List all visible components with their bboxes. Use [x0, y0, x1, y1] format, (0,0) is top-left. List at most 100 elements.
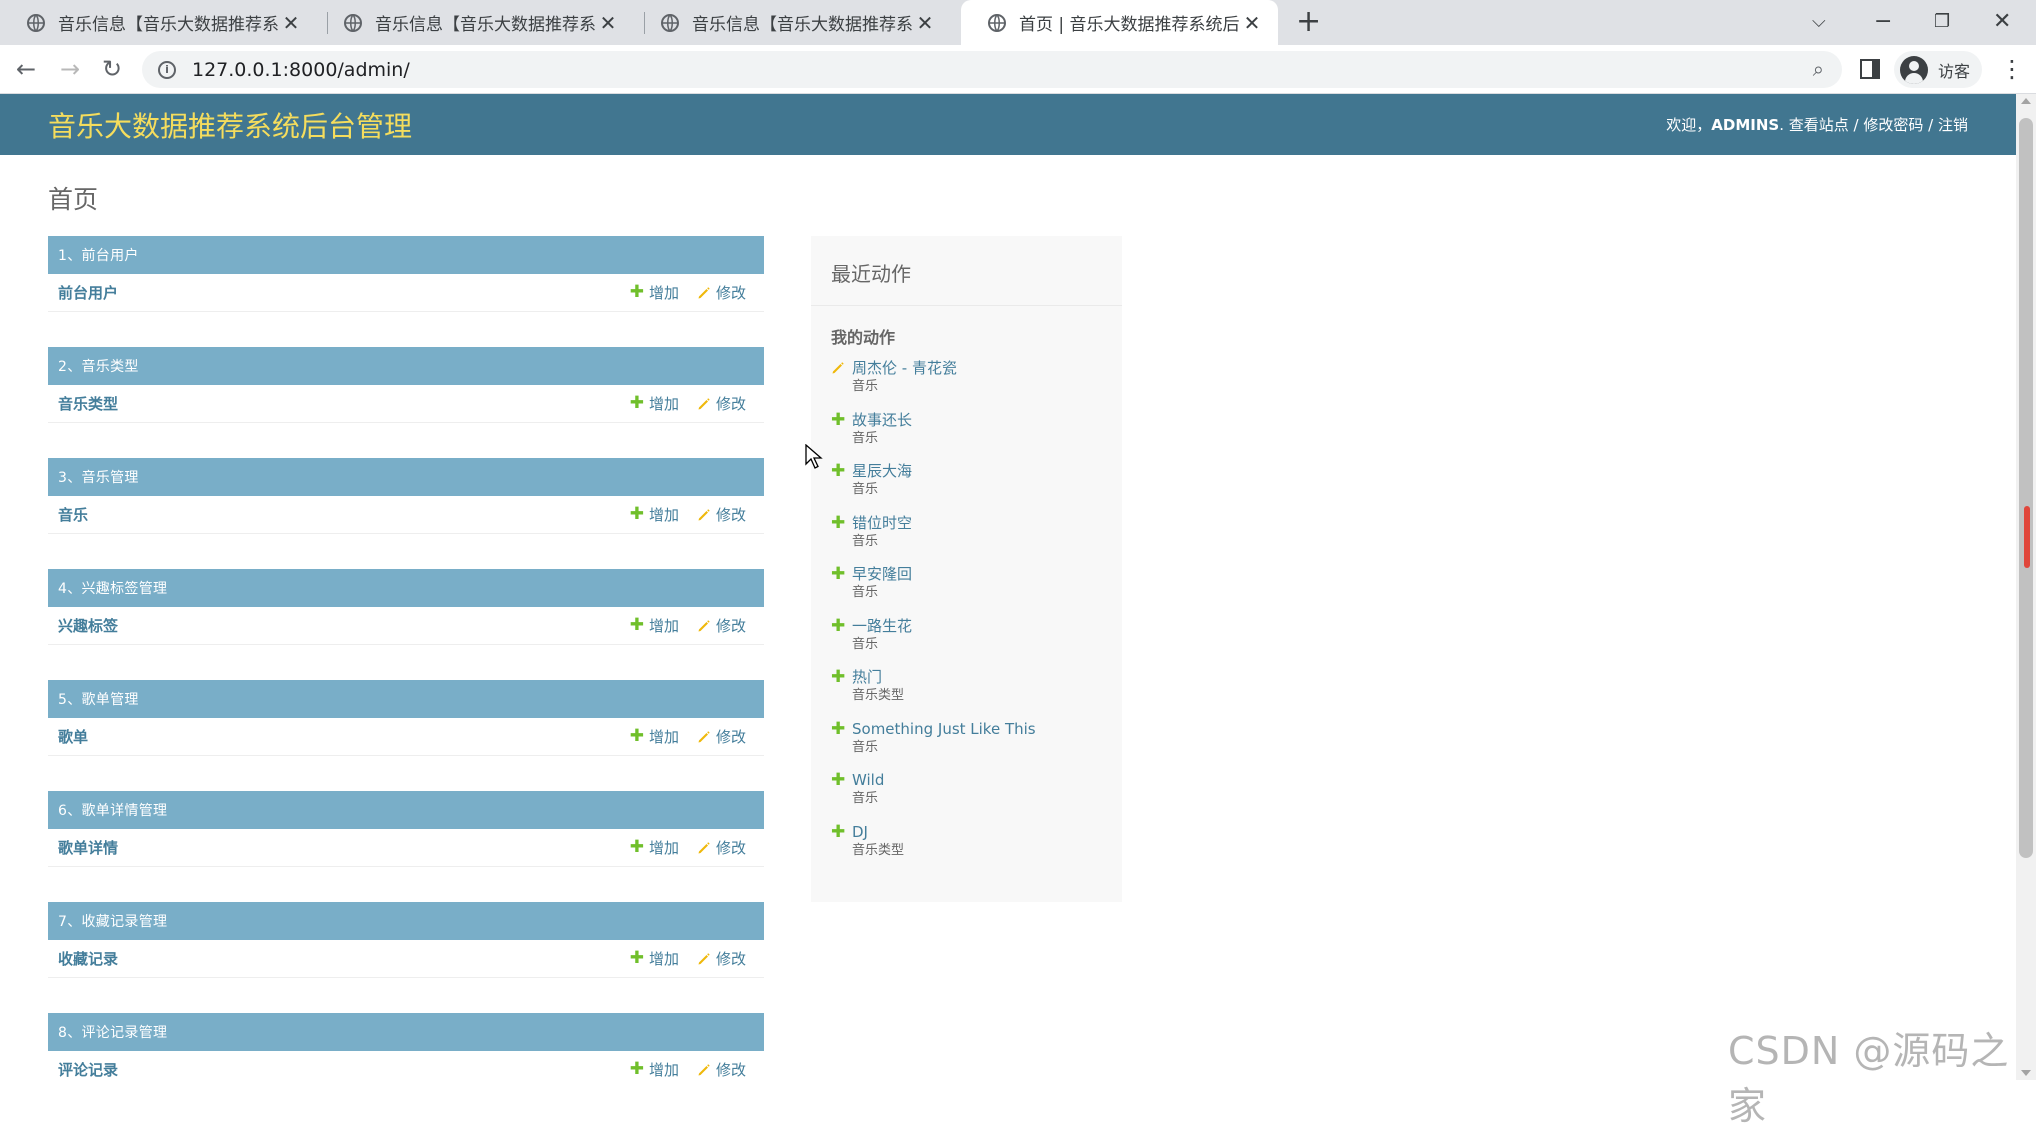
- add-link[interactable]: ✚ 增加: [630, 837, 679, 858]
- site-branding[interactable]: 音乐大数据推荐系统后台管理: [48, 105, 412, 145]
- browser-tab[interactable]: 音乐信息【音乐大数据推荐系统】 ✕: [634, 0, 951, 45]
- module-caption[interactable]: 1、前台用户: [48, 236, 764, 274]
- model-link[interactable]: 前台用户: [58, 282, 630, 303]
- recent-action-link[interactable]: 周杰伦 - 青花瓷: [852, 358, 1102, 378]
- recent-action-link[interactable]: Something Just Like This: [852, 719, 1102, 739]
- browser-toolbar: ← → ↻ i 127.0.0.1:8000/admin/ ⌕ 访客 ⋮: [0, 45, 2036, 94]
- model-link[interactable]: 兴趣标签: [58, 615, 630, 636]
- close-icon[interactable]: ✕: [279, 11, 303, 35]
- address-bar[interactable]: i 127.0.0.1:8000/admin/ ⌕: [142, 51, 1842, 88]
- module-caption[interactable]: 8、评论记录管理: [48, 1013, 764, 1051]
- module-caption[interactable]: 4、兴趣标签管理: [48, 569, 764, 607]
- separator: /: [1848, 116, 1864, 134]
- add-link[interactable]: ✚ 增加: [630, 726, 679, 747]
- more-menu-icon[interactable]: ⋮: [2000, 53, 2024, 85]
- window-close-icon[interactable]: ✕: [1993, 6, 2011, 38]
- recent-action-item: 周杰伦 - 青花瓷 音乐: [831, 358, 1102, 410]
- add-link[interactable]: ✚ 增加: [630, 282, 679, 303]
- model-link[interactable]: 歌单详情: [58, 837, 630, 858]
- recent-action-item: ✚ 故事还长 音乐: [831, 410, 1102, 462]
- pencil-icon: [698, 1063, 710, 1075]
- change-link[interactable]: 修改: [697, 726, 746, 747]
- add-link[interactable]: ✚ 增加: [630, 1059, 679, 1080]
- change-link[interactable]: 修改: [697, 282, 746, 303]
- browser-tab-active[interactable]: 首页 | 音乐大数据推荐系统后台管 ✕: [961, 0, 1278, 45]
- profile-button[interactable]: 访客: [1894, 51, 1982, 88]
- close-icon[interactable]: ✕: [913, 11, 937, 35]
- browser-tab-title: 音乐信息【音乐大数据推荐系统】: [58, 15, 279, 35]
- module-caption[interactable]: 7、收藏记录管理: [48, 902, 764, 940]
- recent-action-link[interactable]: 一路生花: [852, 616, 1102, 636]
- pencil-icon: [698, 730, 710, 742]
- close-icon[interactable]: ✕: [596, 11, 620, 35]
- logout-link[interactable]: 注销: [1938, 116, 1968, 134]
- model-link[interactable]: 歌单: [58, 726, 630, 747]
- change-link[interactable]: 修改: [697, 504, 746, 525]
- plus-icon: ✚: [831, 461, 846, 481]
- module-caption[interactable]: 5、歌单管理: [48, 680, 764, 718]
- reload-icon[interactable]: ↻: [102, 53, 122, 85]
- model-row: 收藏记录 ✚ 增加 修改: [48, 940, 764, 978]
- browser-tab[interactable]: 音乐信息【音乐大数据推荐系统】 ✕: [0, 0, 317, 45]
- globe-icon: [988, 13, 1006, 32]
- module-caption[interactable]: 3、音乐管理: [48, 458, 764, 496]
- minimize-icon[interactable]: −: [1874, 6, 1892, 38]
- globe-icon: [27, 13, 45, 32]
- change-password-link[interactable]: 修改密码: [1863, 116, 1923, 134]
- module-caption[interactable]: 2、音乐类型: [48, 347, 764, 385]
- recent-action-type: 音乐: [852, 430, 879, 446]
- period-text: .: [1779, 116, 1784, 134]
- model-link[interactable]: 评论记录: [58, 1059, 630, 1080]
- recent-action-link[interactable]: 热门: [852, 667, 1102, 687]
- scroll-up-icon[interactable]: [2021, 98, 2031, 104]
- add-link[interactable]: ✚ 增加: [630, 393, 679, 414]
- change-link[interactable]: 修改: [697, 837, 746, 858]
- app-module: 4、兴趣标签管理兴趣标签 ✚ 增加 修改: [48, 569, 764, 645]
- model-row: 评论记录 ✚ 增加 修改: [48, 1051, 764, 1080]
- page-scrollbar[interactable]: [2016, 94, 2036, 1080]
- change-link[interactable]: 修改: [697, 615, 746, 636]
- new-tab-icon[interactable]: +: [1296, 6, 1321, 38]
- add-link[interactable]: ✚ 增加: [630, 948, 679, 969]
- globe-icon: [344, 13, 362, 32]
- zoom-icon[interactable]: ⌕: [1813, 57, 1824, 81]
- recent-action-link[interactable]: DJ: [852, 822, 1102, 842]
- scrollbar-thumb[interactable]: [2019, 118, 2033, 858]
- plus-icon: ✚: [629, 837, 644, 857]
- forward-icon[interactable]: →: [60, 53, 80, 85]
- model-link[interactable]: 收藏记录: [58, 948, 630, 969]
- app-module: 7、收藏记录管理 收藏记录 ✚ 增加 修改: [48, 902, 764, 978]
- app-module: 5、歌单管理歌单 ✚ 增加 修改: [48, 680, 764, 756]
- avatar-icon: [1900, 55, 1928, 84]
- close-icon[interactable]: ✕: [1240, 11, 1264, 35]
- view-site-link[interactable]: 查看站点: [1789, 116, 1849, 134]
- recent-action-link[interactable]: Wild: [852, 770, 1102, 790]
- add-label: 增加: [648, 728, 679, 746]
- welcome-text: 欢迎，: [1666, 116, 1712, 134]
- plus-icon: ✚: [629, 948, 644, 968]
- change-link[interactable]: 修改: [697, 1059, 746, 1080]
- site-info-icon[interactable]: i: [158, 60, 176, 79]
- add-label: 增加: [648, 839, 679, 857]
- url-text[interactable]: 127.0.0.1:8000/admin/: [192, 59, 410, 81]
- model-link[interactable]: 音乐: [58, 504, 630, 525]
- recent-action-link[interactable]: 故事还长: [852, 410, 1102, 430]
- back-icon[interactable]: ←: [16, 53, 36, 85]
- change-link[interactable]: 修改: [697, 948, 746, 969]
- add-link[interactable]: ✚ 增加: [630, 615, 679, 636]
- module-caption[interactable]: 6、歌单详情管理: [48, 791, 764, 829]
- side-panel-icon[interactable]: [1860, 59, 1880, 79]
- change-label: 修改: [715, 506, 746, 524]
- tab-search-icon[interactable]: ⌵: [1812, 6, 1826, 38]
- add-link[interactable]: ✚ 增加: [630, 504, 679, 525]
- plus-icon: ✚: [629, 1059, 644, 1079]
- change-link[interactable]: 修改: [697, 393, 746, 414]
- recent-action-link[interactable]: 错位时空: [852, 513, 1102, 533]
- model-row: 音乐 ✚ 增加 修改: [48, 496, 764, 534]
- model-link[interactable]: 音乐类型: [58, 393, 630, 414]
- recent-action-link[interactable]: 星辰大海: [852, 461, 1102, 481]
- browser-tab-title: 音乐信息【音乐大数据推荐系统】: [375, 15, 596, 35]
- recent-action-link[interactable]: 早安隆回: [852, 564, 1102, 584]
- restore-icon[interactable]: ❐: [1934, 6, 1950, 38]
- browser-tab[interactable]: 音乐信息【音乐大数据推荐系统】 ✕: [317, 0, 634, 45]
